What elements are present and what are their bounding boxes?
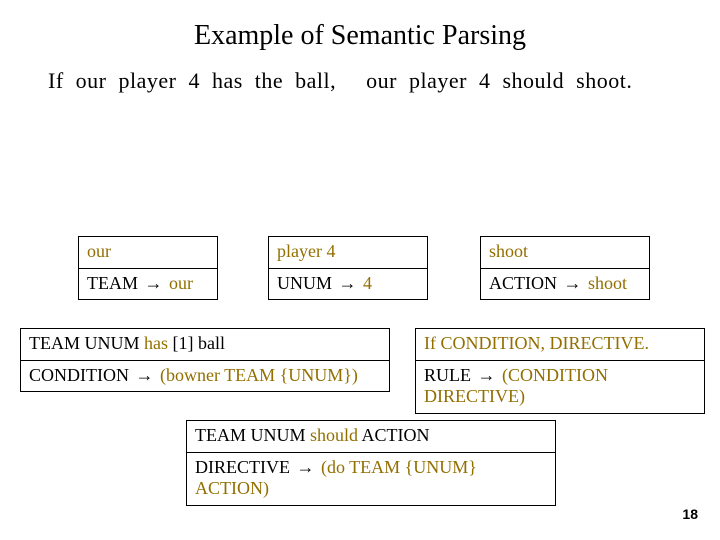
arrow-icon: →	[337, 273, 359, 295]
box-directive-lhs: DIRECTIVE	[195, 457, 290, 477]
arrow-icon: →	[143, 273, 165, 295]
box-our-lhs: TEAM	[87, 273, 138, 293]
box-rule-top: If CONDITION, DIRECTIVE.	[416, 329, 704, 360]
box-condition-rhs: (bowner TEAM {UNUM})	[160, 365, 358, 385]
box-rule-top-text: If CONDITION, DIRECTIVE.	[424, 333, 649, 353]
word-4-2: 4	[479, 68, 491, 93]
box-player4-top-text: player 4	[277, 241, 335, 261]
box-shoot-lhs: ACTION	[489, 273, 557, 293]
box-player4-bottom: UNUM → 4	[269, 268, 427, 300]
arrow-icon: →	[294, 457, 316, 479]
box-player4-rhs: 4	[363, 273, 372, 293]
box-condition-top-post: [1] ball	[173, 333, 225, 353]
box-condition: TEAM UNUM has [1] ball CONDITION → (bown…	[20, 328, 390, 392]
box-our-bottom: TEAM → our	[79, 268, 217, 300]
box-condition-lhs: CONDITION	[29, 365, 129, 385]
box-player4-lhs: UNUM	[277, 273, 332, 293]
word-if: If	[48, 68, 64, 93]
word-ball: ball,	[295, 68, 336, 93]
box-condition-top-has: has	[144, 333, 168, 353]
example-sentence: If our player 4 has the ball, our player…	[0, 62, 720, 94]
box-our-rhs: our	[169, 273, 193, 293]
box-directive: TEAM UNUM should ACTION DIRECTIVE → (do …	[186, 420, 556, 506]
box-condition-top: TEAM UNUM has [1] ball	[21, 329, 389, 360]
word-shoot: shoot.	[576, 68, 632, 93]
box-condition-bottom: CONDITION → (bowner TEAM {UNUM})	[21, 360, 389, 392]
word-4-1: 4	[188, 68, 200, 93]
arrow-icon: →	[476, 365, 498, 387]
word-should: should	[502, 68, 564, 93]
box-player4-top: player 4	[269, 237, 427, 268]
box-our-top-text: our	[87, 241, 111, 261]
box-player4: player 4 UNUM → 4	[268, 236, 428, 300]
box-directive-top-post: ACTION	[362, 425, 430, 445]
box-shoot-top: shoot	[481, 237, 649, 268]
arrow-icon: →	[133, 365, 155, 387]
box-directive-bottom: DIRECTIVE → (do TEAM {UNUM} ACTION)	[187, 452, 555, 505]
arrow-icon: →	[562, 273, 584, 295]
word-player-1: player	[118, 68, 176, 93]
slide-title: Example of Semantic Parsing	[0, 0, 720, 62]
box-rule-lhs: RULE	[424, 365, 471, 385]
word-our-2: our	[366, 68, 397, 93]
box-directive-top: TEAM UNUM should ACTION	[187, 421, 555, 452]
box-rule: If CONDITION, DIRECTIVE. RULE → (CONDITI…	[415, 328, 705, 414]
word-player-2: player	[409, 68, 467, 93]
box-condition-top-pre: TEAM UNUM	[29, 333, 140, 353]
box-shoot-top-text: shoot	[489, 241, 528, 261]
box-our-top: our	[79, 237, 217, 268]
box-shoot: shoot ACTION → shoot	[480, 236, 650, 300]
word-the: the	[255, 68, 283, 93]
box-shoot-rhs: shoot	[588, 273, 627, 293]
box-rule-bottom: RULE → (CONDITION DIRECTIVE)	[416, 360, 704, 413]
page-number: 18	[682, 506, 698, 522]
box-shoot-bottom: ACTION → shoot	[481, 268, 649, 300]
word-has: has	[212, 68, 243, 93]
word-our-1: our	[76, 68, 107, 93]
box-directive-top-pre: TEAM UNUM	[195, 425, 306, 445]
box-directive-top-should: should	[310, 425, 358, 445]
box-our: our TEAM → our	[78, 236, 218, 300]
